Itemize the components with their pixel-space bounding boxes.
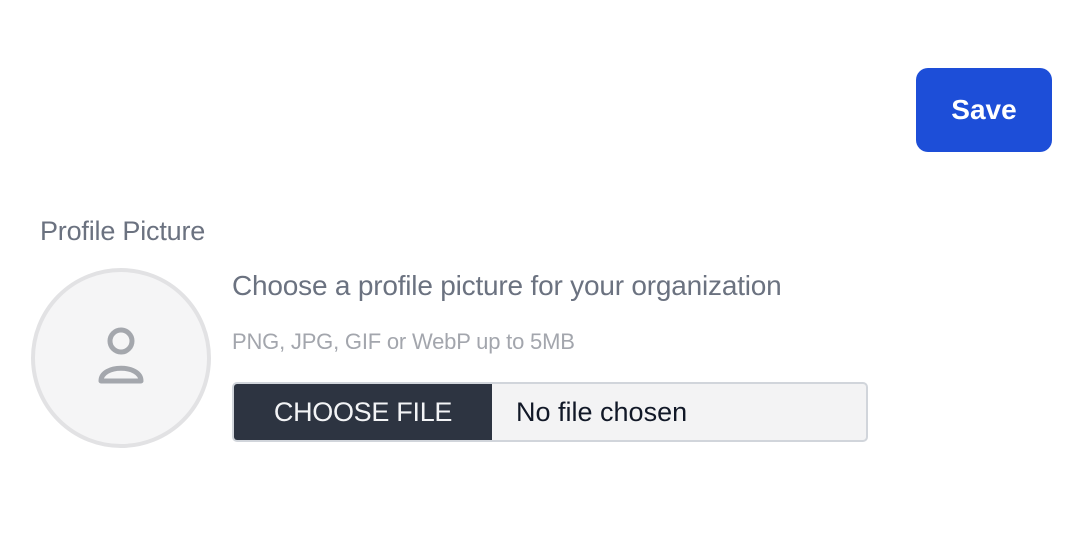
save-button[interactable]: Save: [916, 68, 1052, 152]
avatar[interactable]: [31, 268, 211, 448]
user-icon: [97, 326, 145, 391]
profile-picture-label: Profile Picture: [40, 216, 206, 246]
file-status-text: No file chosen: [516, 396, 688, 427]
file-type-hint: PNG, JPG, GIF or WebP up to 5MB: [232, 329, 575, 354]
profile-picture-description: Choose a profile picture for your organi…: [232, 270, 782, 301]
file-input[interactable]: CHOOSE FILE No file chosen: [232, 382, 868, 442]
choose-file-button[interactable]: CHOOSE FILE: [234, 384, 492, 440]
